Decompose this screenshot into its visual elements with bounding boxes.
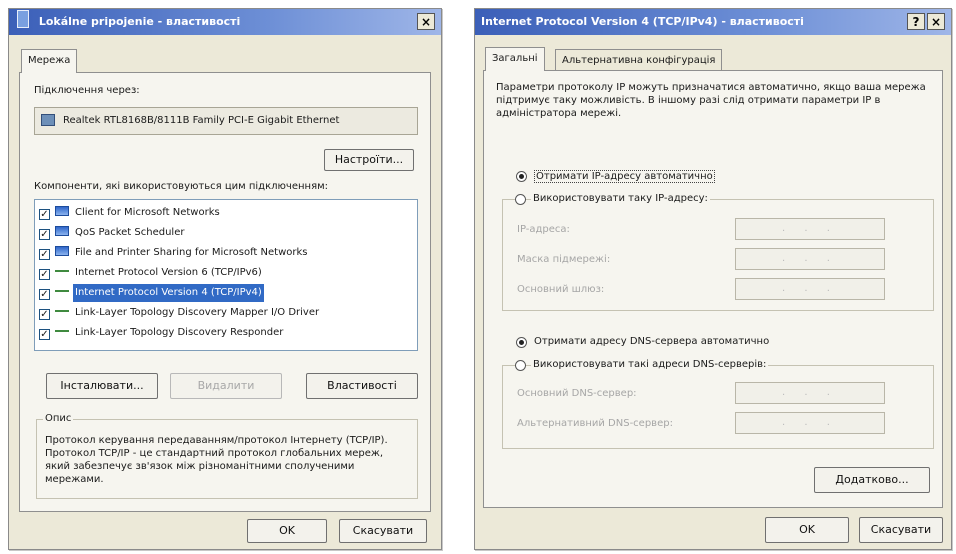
subnet-mask-input[interactable]: . . . [735,248,885,270]
list-item-label: Link-Layer Topology Discovery Mapper I/O… [75,307,320,318]
list-item-label: Internet Protocol Version 4 (TCP/IPv4) [73,284,264,302]
network-adapter-icon [41,114,55,126]
gateway-label: Основний шлюз: [517,284,605,295]
components-label: Компоненти, які використовуються цим під… [34,181,328,192]
list-item-selected[interactable]: ✓ Internet Protocol Version 4 (TCP/IPv4) [39,284,264,302]
auto-dns-label[interactable]: Отримати адресу DNS-сервера автоматично [534,336,769,347]
ok-button[interactable]: OK [765,517,849,543]
ip-address-label: IP-адреса: [517,224,570,235]
advanced-button[interactable]: Додатково... [814,467,930,493]
alternate-dns-label: Альтернативний DNS-сервер: [517,418,673,429]
checkbox[interactable]: ✓ [39,309,50,320]
checkbox[interactable]: ✓ [39,289,50,300]
cancel-button[interactable]: Скасувати [859,517,943,543]
description-title: Опис [43,413,74,424]
title-bar: Lokálne pripojenie - властивості [9,9,441,35]
ok-button[interactable]: OK [247,519,327,543]
window-title: Internet Protocol Version 4 (TCP/IPv4) -… [481,15,804,28]
auto-dns-radio[interactable] [516,337,527,348]
list-item-label: QoS Packet Scheduler [75,227,185,238]
close-button[interactable]: × [417,13,435,30]
checkbox[interactable]: ✓ [39,329,50,340]
connect-using-label: Підключення через: [34,85,140,96]
ipv4-properties-window: Internet Protocol Version 4 (TCP/IPv4) -… [474,8,952,550]
close-button[interactable]: × [927,13,945,30]
description-text: Протокол керування передаванням/протокол… [45,435,388,485]
list-item[interactable]: ✓ Client for Microsoft Networks [39,204,222,222]
adapter-box: Realtek RTL8168B/8111B Family PCI-E Giga… [34,107,418,135]
list-item[interactable]: ✓ Link-Layer Topology Discovery Mapper I/… [39,304,321,322]
description-group: Опис Протокол керування передаванням/про… [36,413,418,499]
checkbox[interactable]: ✓ [39,269,50,280]
protocol-icon [55,290,69,292]
list-item-label: Client for Microsoft Networks [75,207,220,218]
adapter-name: Realtek RTL8168B/8111B Family PCI-E Giga… [63,115,340,126]
list-item[interactable]: ✓ Link-Layer Topology Discovery Responder [39,324,285,342]
list-item[interactable]: ✓ QoS Packet Scheduler [39,224,186,242]
checkbox[interactable]: ✓ [39,209,50,220]
configure-button[interactable]: Настроїти... [324,149,414,171]
general-tab-panel: Параметри протоколу IP можуть призначати… [483,70,943,508]
title-bar: Internet Protocol Version 4 (TCP/IPv4) -… [475,9,951,35]
subnet-mask-label: Маска підмережі: [517,254,611,265]
auto-ip-label[interactable]: Отримати IP-адресу автоматично [534,170,715,183]
cancel-button[interactable]: Скасувати [339,519,427,543]
auto-ip-radio[interactable] [516,171,527,182]
ip-address-input[interactable]: . . . [735,218,885,240]
properties-button[interactable]: Властивості [306,373,418,399]
network-service-icon [55,226,69,236]
protocol-icon [55,310,69,312]
list-item-label: Link-Layer Topology Discovery Responder [75,327,284,338]
tab-general[interactable]: Загальні [485,47,545,71]
remove-button[interactable]: Видалити [170,373,282,399]
network-client-icon [55,206,69,216]
manual-ip-label[interactable]: Використовувати таку IP-адресу: [531,193,710,204]
tab-alternate-configuration[interactable]: Альтернативна конфігурація [555,49,723,71]
tab-network[interactable]: Мережа [21,49,78,73]
components-list[interactable]: ✓ Client for Microsoft Networks ✓ QoS Pack… [34,199,418,351]
manual-ip-radio[interactable] [515,194,526,205]
list-item-label: Internet Protocol Version 6 (TCP/IPv6) [75,267,262,278]
help-button[interactable]: ? [907,13,925,30]
network-tab-panel: Підключення через: Realtek RTL8168B/8111… [19,72,431,512]
manual-ip-group: Використовувати таку IP-адресу: IP-адрес… [502,193,934,311]
window-title: Lokálne pripojenie - властивості [38,15,241,28]
install-button[interactable]: Інсталювати... [46,373,158,399]
manual-dns-radio[interactable] [515,360,526,371]
protocol-icon [55,330,69,332]
list-item-label: File and Printer Sharing for Microsoft N… [75,247,308,258]
network-service-icon [55,246,69,256]
protocol-icon [55,270,69,272]
checkbox[interactable]: ✓ [39,249,50,260]
list-item[interactable]: ✓ Internet Protocol Version 6 (TCP/IPv6) [39,264,264,282]
network-connection-properties-window: Lokálne pripojenie - властивості × Мереж… [8,8,442,550]
gateway-input[interactable]: . . . [735,278,885,300]
alternate-dns-input[interactable]: . . . [735,412,885,434]
manual-dns-label[interactable]: Використовувати такі адреси DNS-серверів… [531,359,769,370]
checkbox[interactable]: ✓ [39,229,50,240]
preferred-dns-input[interactable]: . . . [735,382,885,404]
intro-text: Параметри протоколу IP можуть призначати… [496,82,926,119]
connection-icon [17,10,29,28]
list-item[interactable]: ✓ File and Printer Sharing for Microsoft … [39,244,310,262]
preferred-dns-label: Основний DNS-сервер: [517,388,637,399]
manual-dns-group: Використовувати такі адреси DNS-серверів… [502,359,934,449]
